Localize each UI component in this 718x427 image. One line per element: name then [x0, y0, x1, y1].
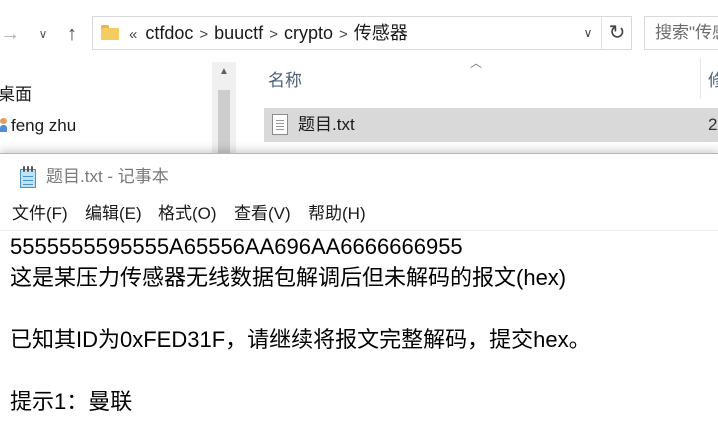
breadcrumb-crypto[interactable]: crypto — [284, 17, 333, 49]
text-editor[interactable]: 5555555595555A65556AA696AA6666666955 这是某… — [0, 231, 718, 427]
address-bar[interactable]: «ctfdoc > buuctf > crypto > 传感器 ∨ ↻ — [92, 16, 632, 50]
title-bar[interactable]: 题目.txt - 记事本 — [0, 154, 718, 198]
user-icon — [0, 118, 7, 132]
text-file-icon — [272, 114, 288, 135]
nav-item-desktop[interactable]: 桌面 — [0, 80, 32, 105]
folder-icon — [101, 25, 119, 40]
breadcrumb-sensor[interactable]: 传感器 — [354, 17, 408, 49]
breadcrumb-separator-icon[interactable]: > — [199, 19, 208, 51]
menu-view[interactable]: 查看(V) — [234, 198, 291, 230]
breadcrumb: «ctfdoc > buuctf > crypto > 传感器 — [129, 17, 408, 49]
breadcrumb-separator-icon[interactable]: > — [339, 19, 348, 51]
scroll-up-icon[interactable]: ▲ — [212, 66, 236, 77]
text-line: 已知其ID为0xFED31F，请继续将报文完整解码，提交hex。 — [10, 327, 591, 352]
menu-format[interactable]: 格式(O) — [158, 198, 217, 230]
address-dropdown-icon[interactable]: ∨ — [577, 17, 599, 49]
text-line: 5555555595555A65556AA696AA6666666955 — [10, 234, 463, 259]
breadcrumb-separator-icon[interactable]: > — [269, 19, 278, 51]
breadcrumb-buuctf[interactable]: buuctf — [214, 17, 263, 49]
breadcrumb-overflow[interactable]: « — [129, 19, 137, 51]
menu-bar: 文件(F) 编辑(E) 格式(O) 查看(V) 帮助(H) — [0, 198, 718, 231]
refresh-icon[interactable]: ↻ — [601, 17, 632, 49]
nav-item-label: 桌面 — [0, 85, 32, 104]
text-line: 提示1：曼联 — [10, 389, 133, 414]
menu-help[interactable]: 帮助(H) — [308, 198, 366, 230]
column-header-date[interactable]: 修 — [708, 66, 718, 91]
nav-item-label: feng zhu — [11, 116, 77, 135]
file-row[interactable]: 题目.txt 2 — [264, 108, 718, 142]
recent-locations-chevron-icon[interactable]: ∨ — [34, 20, 52, 48]
notepad-icon — [18, 166, 38, 188]
file-date: 2 — [708, 115, 718, 134]
nav-item-user[interactable]: feng zhu — [0, 116, 76, 136]
up-arrow-icon[interactable]: ↑ — [60, 20, 84, 48]
text-line: 这是某压力传感器无线数据包解调后但未解码的报文(hex) — [10, 265, 567, 290]
forward-arrow-icon[interactable]: → — [0, 20, 22, 48]
column-header-name[interactable]: 名称 — [268, 66, 302, 91]
file-name: 题目.txt — [298, 115, 355, 134]
breadcrumb-ctfdoc[interactable]: ctfdoc — [145, 17, 193, 49]
menu-edit[interactable]: 编辑(E) — [85, 198, 142, 230]
sort-ascending-icon: ︿ — [470, 56, 483, 70]
column-divider[interactable] — [700, 58, 701, 98]
notepad-window: 题目.txt - 记事本 文件(F) 编辑(E) 格式(O) 查看(V) 帮助(… — [0, 153, 718, 427]
window-title: 题目.txt - 记事本 — [46, 167, 169, 186]
search-input[interactable]: 搜索"传感 — [644, 16, 718, 50]
menu-file[interactable]: 文件(F) — [12, 198, 68, 230]
